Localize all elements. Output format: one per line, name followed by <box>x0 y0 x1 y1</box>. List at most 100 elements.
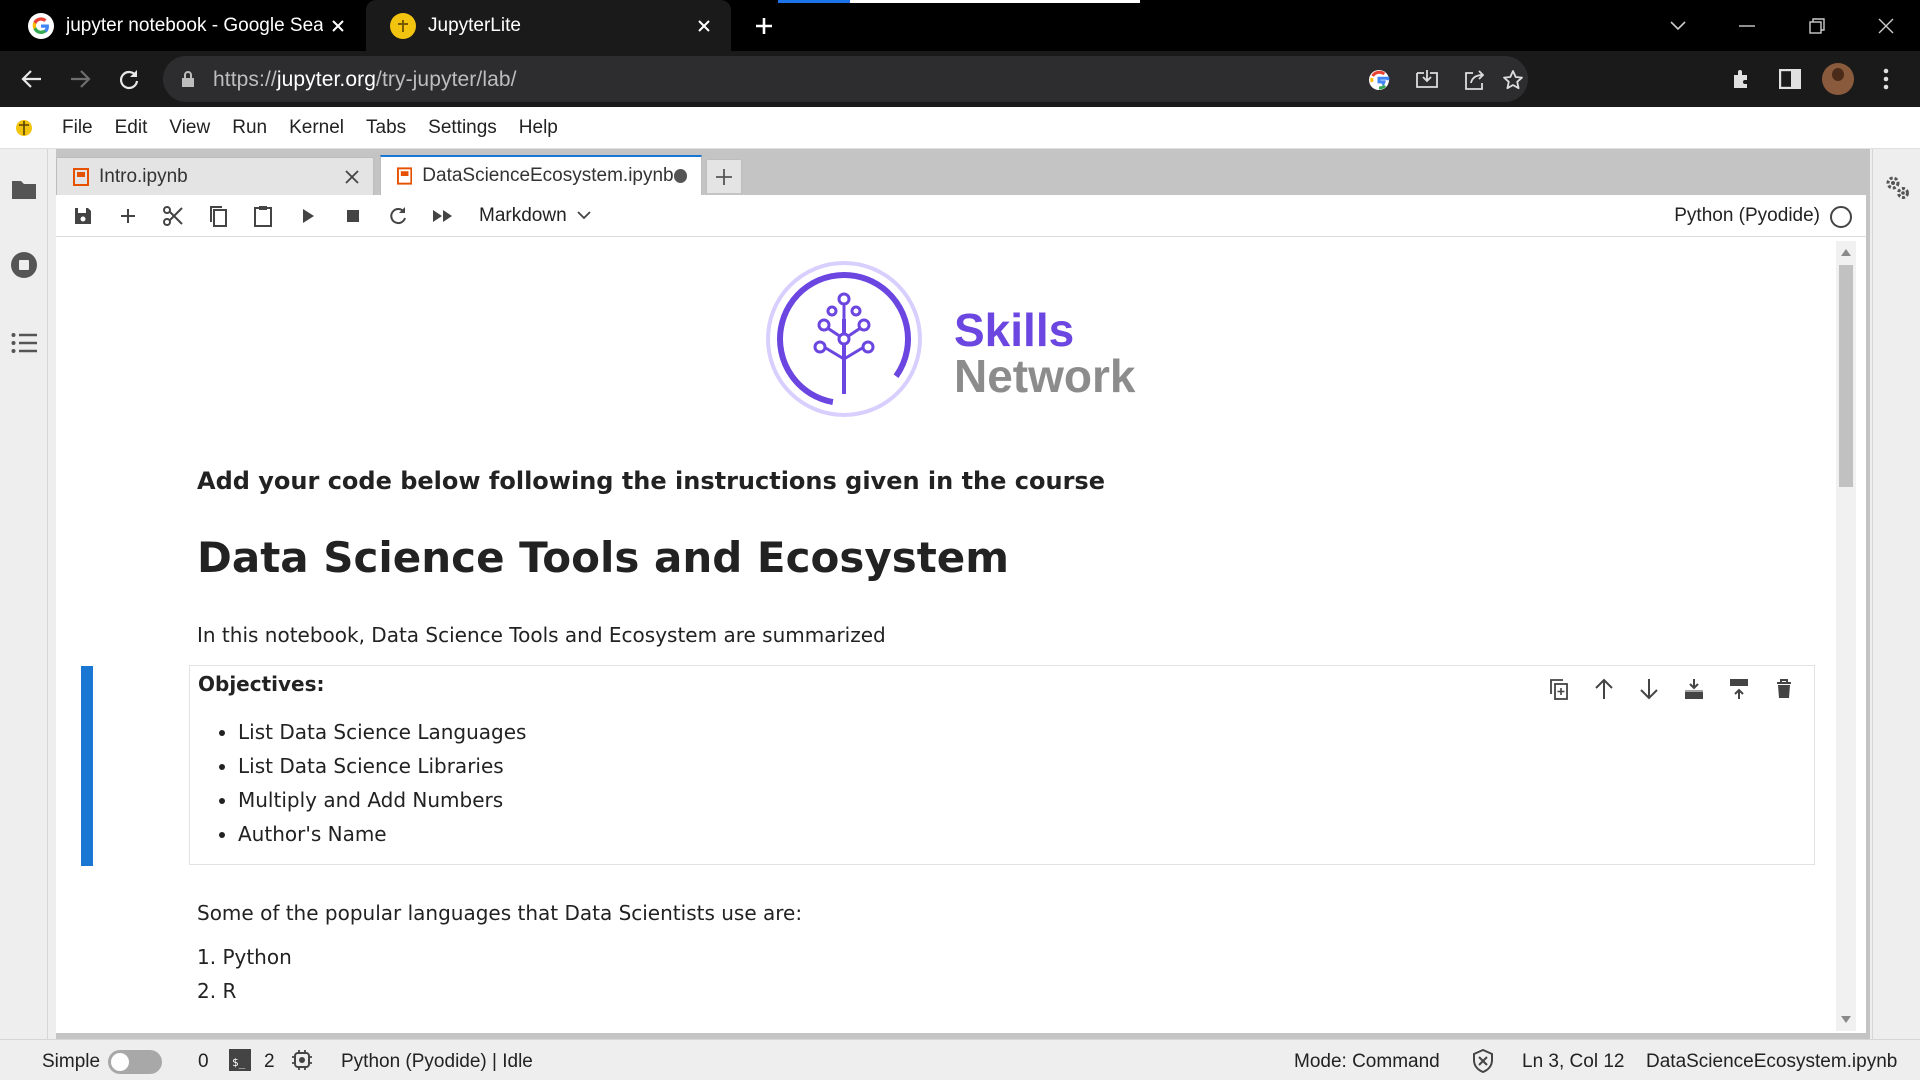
kernel-name-button[interactable]: Python (Pyodide) <box>1674 205 1820 227</box>
restart-icon[interactable] <box>375 195 420 237</box>
scroll-down-arrow-icon[interactable] <box>1841 1016 1851 1023</box>
notebook-panel: Markdown Python (Pyodide) Skills Network… <box>56 195 1866 1033</box>
bookmark-star-icon[interactable] <box>1498 65 1528 95</box>
running-kernels-stop-icon[interactable] <box>10 251 38 279</box>
notebook-scrollbar[interactable] <box>1836 241 1856 1031</box>
menu-settings[interactable]: Settings <box>428 117 497 139</box>
save-icon[interactable] <box>60 195 105 237</box>
minimize-icon[interactable] <box>1723 8 1771 44</box>
menu-tabs[interactable]: Tabs <box>366 117 406 139</box>
logo-network-text: Network <box>954 350 1136 402</box>
status-bar: Simple 0 $_ 2 Python (Pyodide) | Idle Mo… <box>0 1039 1920 1080</box>
menu-view[interactable]: View <box>169 117 210 139</box>
install-app-icon[interactable] <box>1412 65 1442 95</box>
notebook-icon <box>73 167 89 186</box>
duplicate-cell-icon[interactable] <box>1536 672 1581 706</box>
url-text: https://jupyter.org/try-jupyter/lab/ <box>213 68 517 92</box>
delete-trash-icon[interactable] <box>1761 672 1806 706</box>
tab-search-chevron-icon[interactable] <box>1654 8 1702 44</box>
notebook-mode-text: Mode: Command <box>1294 1051 1440 1072</box>
new-tab-button[interactable] <box>748 10 780 42</box>
copy-icon[interactable] <box>195 195 240 237</box>
new-launcher-plus-icon[interactable] <box>706 159 742 193</box>
kernel-status-text[interactable]: Python (Pyodide) | Idle <box>341 1051 533 1073</box>
browser-tab-title: JupyterLite <box>428 14 521 36</box>
cell-type-dropdown[interactable]: Markdown <box>479 205 591 227</box>
active-cell-collapser[interactable] <box>81 666 93 866</box>
skills-network-emblem-icon <box>766 261 922 417</box>
main-dock-panel: Intro.ipynb DataScienceEcosystem.ipynb M… <box>56 149 1870 1039</box>
menu-file[interactable]: File <box>62 117 93 139</box>
add-cell-plus-icon[interactable] <box>105 195 150 237</box>
window-close-icon[interactable] <box>1862 8 1910 44</box>
insert-above-icon[interactable] <box>1716 672 1761 706</box>
trusted-shield-icon[interactable] <box>1472 1048 1494 1079</box>
extensions-puzzle-icon[interactable] <box>1726 63 1758 95</box>
simple-mode-toggle[interactable] <box>108 1050 162 1074</box>
google-lens-icon[interactable] <box>1364 65 1394 95</box>
close-icon[interactable] <box>323 11 353 41</box>
doc-tab-label: DataScienceEcosystem.ipynb <box>422 165 674 186</box>
doc-tab-datascienceecosystem[interactable]: DataScienceEcosystem.ipynb <box>380 155 702 195</box>
cursor-position-text[interactable]: Ln 3, Col 12 <box>1522 1051 1624 1073</box>
fast-forward-icon[interactable] <box>420 195 465 237</box>
scroll-up-arrow-icon[interactable] <box>1841 249 1851 256</box>
list-item: 2. R <box>197 979 237 1003</box>
insert-below-icon[interactable] <box>1671 672 1716 706</box>
languages-intro-paragraph: Some of the popular languages that Data … <box>197 901 803 925</box>
cell-type-value: Markdown <box>479 204 567 226</box>
forward-arrow-icon[interactable] <box>62 61 98 97</box>
url-scheme: https:// <box>213 68 277 91</box>
lock-icon[interactable] <box>181 70 195 93</box>
doc-tab-intro[interactable]: Intro.ipynb <box>56 157 374 195</box>
list-item: Author's Name <box>238 822 526 856</box>
restore-icon[interactable] <box>1793 8 1841 44</box>
terminal-count[interactable]: 0 <box>198 1051 209 1073</box>
jupyterlite-logo-icon <box>16 119 32 136</box>
intro-paragraph: In this notebook, Data Science Tools and… <box>197 623 886 647</box>
simple-mode-label: Simple <box>42 1051 101 1072</box>
kernel-count[interactable]: 2 <box>264 1051 275 1073</box>
active-markdown-cell[interactable]: Objectives: List Data Science Languages … <box>189 665 1815 865</box>
more-options-icon[interactable] <box>1870 63 1902 95</box>
browser-tab-google-search[interactable]: jupyter notebook - Google Search <box>0 0 365 51</box>
menu-run[interactable]: Run <box>232 117 267 139</box>
menu-edit[interactable]: Edit <box>115 117 148 139</box>
side-panel-icon[interactable] <box>1774 63 1806 95</box>
loading-indicator-progress <box>778 0 850 3</box>
unsaved-changes-dot-icon[interactable] <box>673 169 687 183</box>
property-inspector-gears-icon[interactable] <box>1883 173 1911 201</box>
browser-tab-jupyterlite[interactable]: JupyterLite <box>366 0 731 51</box>
cell-toolbar <box>1536 672 1806 706</box>
cut-icon[interactable] <box>150 195 195 237</box>
run-icon[interactable] <box>285 195 330 237</box>
close-icon[interactable] <box>689 11 719 41</box>
address-bar[interactable]: https://jupyter.org/try-jupyter/lab/ <box>163 56 1528 102</box>
skills-network-logo: Skills Network <box>764 259 1184 419</box>
move-up-arrow-icon[interactable] <box>1581 672 1626 706</box>
profile-avatar[interactable] <box>1822 63 1854 95</box>
menu-kernel[interactable]: Kernel <box>289 117 344 139</box>
terminal-icon[interactable]: $_ <box>229 1049 251 1071</box>
notebook-content[interactable]: Skills Network Add your code below follo… <box>56 237 1838 1033</box>
paste-icon[interactable] <box>240 195 285 237</box>
close-icon[interactable] <box>339 164 365 190</box>
table-of-contents-icon[interactable] <box>10 329 38 357</box>
doc-tab-label: Intro.ipynb <box>99 165 188 187</box>
list-item: 1. Python <box>197 945 292 969</box>
right-sidebar <box>1872 149 1920 1039</box>
scrollbar-thumb[interactable] <box>1839 265 1853 487</box>
jupyter-menubar: File Edit View Run Kernel Tabs Settings … <box>0 107 1920 149</box>
stop-icon[interactable] <box>330 195 375 237</box>
list-item: List Data Science Languages <box>238 720 526 754</box>
share-icon[interactable] <box>1460 65 1490 95</box>
menu-help[interactable]: Help <box>519 117 558 139</box>
back-arrow-icon[interactable] <box>14 61 50 97</box>
kernel-idle-status-icon <box>1830 206 1852 228</box>
folder-icon[interactable] <box>10 175 38 203</box>
reload-icon[interactable] <box>111 61 147 97</box>
list-item: Multiply and Add Numbers <box>238 788 526 822</box>
jupyterlite-icon <box>390 12 416 39</box>
move-down-arrow-icon[interactable] <box>1626 672 1671 706</box>
kernel-cpu-chip-icon[interactable] <box>291 1049 313 1077</box>
